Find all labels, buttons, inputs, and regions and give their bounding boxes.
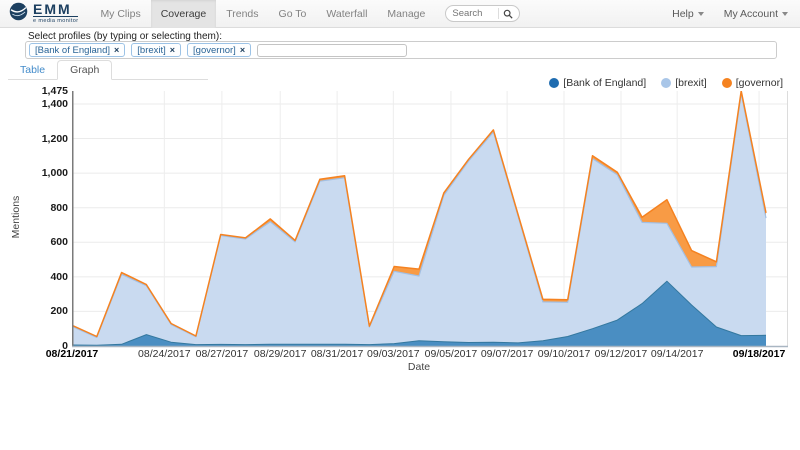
menu-help[interactable]: Help	[670, 0, 706, 28]
y-tick-label: 1,400	[41, 97, 68, 110]
logo-subtitle: e media monitor	[33, 16, 79, 24]
navbar-search	[445, 5, 521, 22]
view-tabbar: Table Graph	[8, 60, 208, 80]
x-tick-label: 09/10/2017	[537, 348, 591, 360]
tab-table[interactable]: Table	[8, 61, 57, 79]
profile-chip-container[interactable]: [Bank of England] × [brexit] × [governor] ×	[25, 41, 777, 59]
globe-icon	[8, 1, 29, 27]
chart-legend: [Bank of England] [brexit] [governor]	[549, 77, 783, 89]
search-icon[interactable]	[503, 9, 513, 19]
y-tick-label: 1,475	[41, 85, 68, 97]
legend-dot	[721, 78, 732, 88]
x-tick-label: 08/31/2017	[310, 348, 364, 360]
profile-chip[interactable]: [governor] ×	[187, 43, 252, 57]
x-tick-label: 09/12/2017	[594, 348, 648, 360]
nav-item-coverage[interactable]: Coverage	[150, 0, 217, 28]
emm-coverage-page: EMM e media monitor My Clips Coverage Tren…	[0, 0, 800, 450]
nav-item-go-to[interactable]: Go To	[269, 0, 317, 28]
chart-plot-area	[71, 90, 788, 348]
menu-my-account[interactable]: My Account	[722, 0, 790, 28]
y-tick-label: 1,000	[41, 167, 68, 180]
legend-item-BankofEngland[interactable]: [Bank of England]	[549, 77, 646, 89]
profile-chip[interactable]: [Bank of England] ×	[29, 43, 126, 57]
search-input[interactable]	[452, 8, 495, 19]
nav-item-manage[interactable]: Manage	[377, 0, 435, 28]
caret-down-icon	[782, 12, 788, 16]
y-axis-title: Mentions	[10, 195, 22, 239]
y-tick-label: 200	[50, 305, 68, 318]
legend-dot	[549, 78, 560, 88]
legend-item-brexit[interactable]: [brexit]	[661, 77, 707, 89]
y-tick-label: 400	[50, 270, 68, 283]
profile-chip[interactable]: [brexit] ×	[131, 43, 182, 57]
caret-down-icon	[697, 12, 704, 16]
x-tick-label: 09/18/2017	[732, 348, 786, 360]
profile-typeahead-input[interactable]	[257, 43, 408, 57]
logo-title: EMM	[33, 1, 72, 17]
x-tick-label: 09/07/2017	[480, 348, 534, 360]
legend-dot	[661, 78, 672, 88]
tab-graph[interactable]: Graph	[57, 60, 113, 80]
x-axis-title: Date	[407, 361, 431, 373]
x-tick-label: 08/24/2017	[138, 348, 191, 360]
y-tick-label: 1,200	[41, 132, 68, 145]
nav-item-my-clips[interactable]: My Clips	[90, 0, 150, 28]
search-divider	[498, 8, 500, 19]
y-tick-label: 600	[50, 236, 68, 249]
remove-chip-icon[interactable]: ×	[240, 45, 245, 55]
x-tick-label: 08/29/2017	[253, 348, 307, 360]
x-tick-label: 08/21/2017	[45, 348, 99, 360]
legend-item-governor[interactable]: [governor]	[721, 77, 783, 89]
x-tick-label: 09/03/2017	[367, 348, 420, 360]
top-navbar: EMM e media monitor My Clips Coverage Tren…	[0, 0, 800, 28]
x-tick-label: 08/27/2017	[195, 348, 249, 360]
nav-item-waterfall[interactable]: Waterfall	[316, 0, 377, 28]
x-tick-label: 09/14/2017	[650, 348, 704, 360]
stacked-area-chart	[71, 90, 788, 353]
y-tick-label: 800	[50, 201, 68, 214]
emm-logo[interactable]: EMM e media monitor	[8, 1, 79, 27]
remove-chip-icon[interactable]: ×	[114, 45, 119, 55]
remove-chip-icon[interactable]: ×	[170, 45, 175, 55]
x-tick-label: 09/05/2017	[424, 348, 478, 360]
nav-item-trends[interactable]: Trends	[216, 0, 268, 28]
